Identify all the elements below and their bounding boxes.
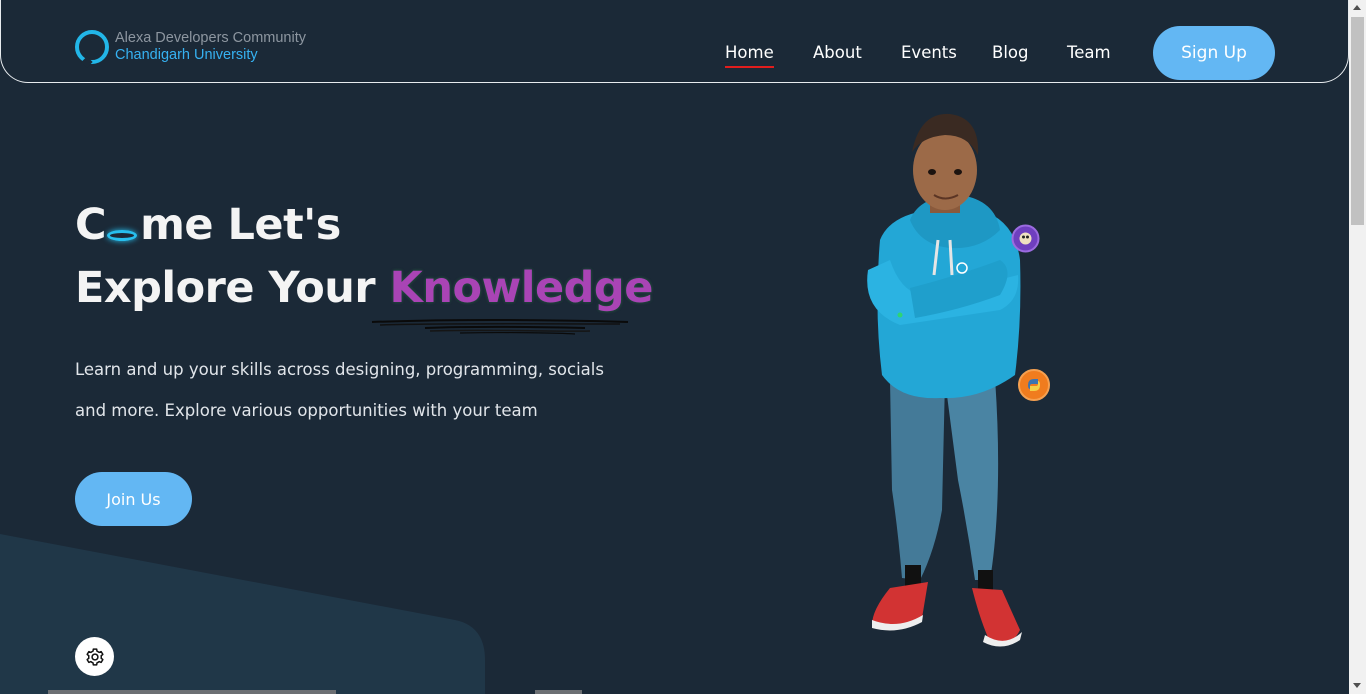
- scribble-underline: [371, 319, 629, 335]
- nav-link-blog[interactable]: Blog: [992, 43, 1028, 62]
- gear-icon: [85, 647, 104, 666]
- brand-name: Alexa Developers Community: [115, 30, 306, 46]
- hero-description-line1: Learn and up your skills across designin…: [75, 360, 604, 379]
- hero-heading-line1: Cme Let's: [75, 200, 341, 250]
- brand-subname: Chandigarh University: [115, 47, 258, 63]
- brand-logo[interactable]: Alexa Developers Community Chandigarh Un…: [75, 30, 306, 64]
- scroll-down-arrow-icon[interactable]: [1353, 683, 1361, 688]
- join-us-button[interactable]: Join Us: [75, 472, 192, 526]
- nav-link-about[interactable]: About: [813, 43, 862, 62]
- hero-line1-start: C: [75, 200, 107, 250]
- sign-up-button[interactable]: Sign Up: [1153, 26, 1275, 80]
- nav-link-home[interactable]: Home: [725, 43, 774, 68]
- bottom-edge-bar: [535, 690, 582, 694]
- alexa-ring-icon: [75, 30, 109, 64]
- bottom-edge-bar: [48, 690, 336, 694]
- vertical-scrollbar[interactable]: [1349, 0, 1366, 694]
- settings-button[interactable]: [75, 637, 114, 676]
- hero-line2-start: Explore Your: [75, 263, 390, 313]
- floating-badge-icon: [1011, 224, 1040, 253]
- hero-description-line2: and more. Explore various opportunities …: [75, 401, 538, 420]
- alexa-ring-icon: [107, 230, 138, 241]
- scroll-thumb[interactable]: [1351, 17, 1364, 225]
- hero-line1-end: me Let's: [140, 200, 341, 250]
- scroll-up-arrow-icon[interactable]: [1353, 5, 1361, 10]
- hero-highlight-word: Knowledge: [389, 263, 654, 313]
- decorative-shape: [0, 534, 485, 694]
- nav-link-events[interactable]: Events: [901, 43, 957, 62]
- python-badge-icon: [1018, 369, 1050, 401]
- nav-link-team[interactable]: Team: [1067, 43, 1111, 62]
- hero-heading-line2: Explore Your Knowledge: [75, 263, 653, 313]
- brand-text: Alexa Developers Community Chandigarh Un…: [115, 30, 306, 64]
